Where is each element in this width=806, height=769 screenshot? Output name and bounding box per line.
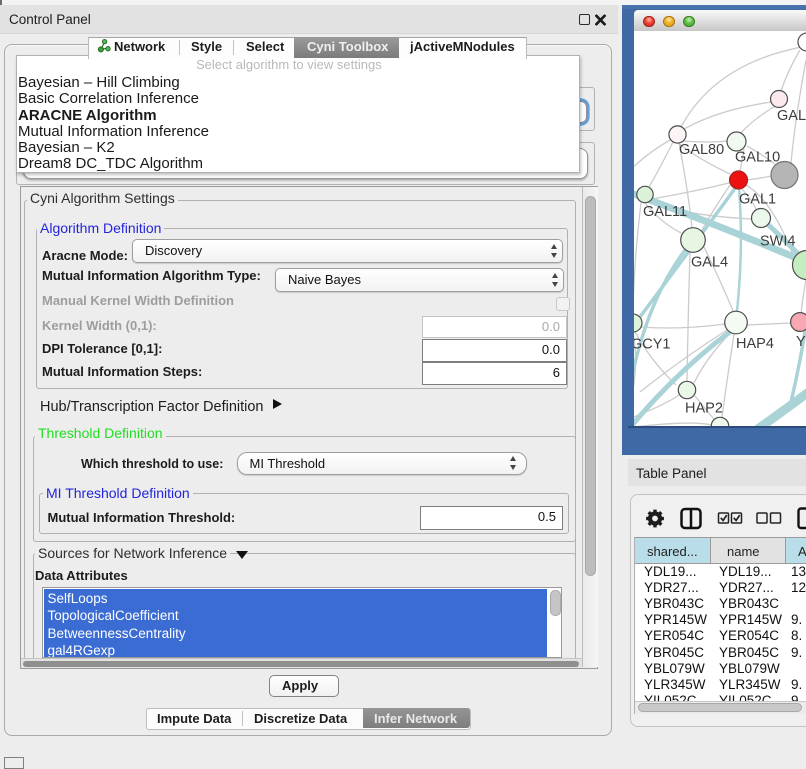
svg-text:GCY1: GCY1 <box>634 337 671 353</box>
svg-text:GAL11: GAL11 <box>643 204 687 220</box>
svg-text:HAP2: HAP2 <box>685 401 723 417</box>
svg-text:GAL10: GAL10 <box>735 150 780 166</box>
svg-text:GAL4: GAL4 <box>691 255 728 271</box>
svg-text:SWI4: SWI4 <box>760 234 795 250</box>
svg-text:YEL: YEL <box>796 334 806 350</box>
svg-text:GAL2: GAL2 <box>777 108 806 124</box>
svg-text:HAP4: HAP4 <box>736 336 774 352</box>
svg-text:GAL1: GAL1 <box>739 192 776 208</box>
svg-text:GAL80: GAL80 <box>679 142 724 158</box>
